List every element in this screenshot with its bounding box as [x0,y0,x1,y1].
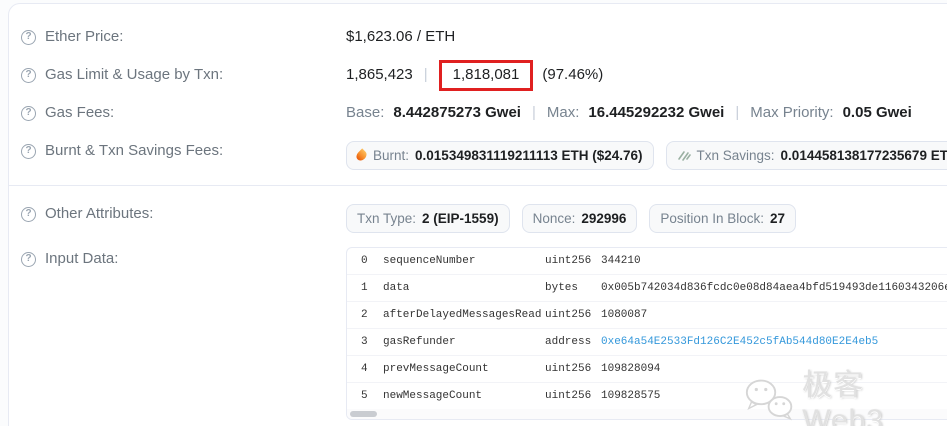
param-type: uint256 [545,309,592,321]
txn-savings-badge-label: Txn Savings: [696,148,775,163]
max-fee-value: 16.445292232 Gwei [588,104,725,121]
other-attributes-label: Other Attributes: [45,205,154,222]
param-index: 4 [361,363,368,375]
base-fee-label: Base: [346,104,385,121]
param-type: uint256 [545,255,592,267]
other-attributes-label-group: ? Other Attributes: [21,204,346,224]
help-icon[interactable]: ? [21,67,36,83]
pipe-separator: | [423,66,428,83]
burnt-fees-badges: Burnt: 0.015349831119211113 ETH ($24.76)… [346,141,947,170]
txn-savings-badge-value: 0.014458138177235679 ETH ($23.32) [780,148,947,163]
input-data-table[interactable]: 0 sequenceNumber uint256 344210 1 data bytes 0x… [346,247,947,420]
transaction-details-card: ? Ether Price: $1,623.06 / ETH ? Gas Lim… [8,3,947,426]
transaction-details-page: { "ui": { "help_glyph": "?", "separator"… [0,0,947,426]
burnt-badge-label: Burnt: [373,148,410,163]
param-name: gasRefunder [383,336,456,348]
help-icon[interactable]: ? [21,251,36,267]
param-index: 5 [361,390,368,402]
gas-limit-label-group: ? Gas Limit & Usage by Txn: [21,65,346,85]
burnt-fees-label: Burnt & Txn Savings Fees: [45,142,224,159]
badge-txn-type: Txn Type: 2 (EIP-1559) [346,204,510,233]
other-attributes-badges: Txn Type: 2 (EIP-1559) Nonce: 292996 Pos… [346,204,947,233]
help-icon[interactable]: ? [21,143,36,159]
input-data-row: 0 sequenceNumber uint256 344210 [347,248,947,275]
param-value: 344210 [601,255,641,267]
scrollbar-thumb[interactable] [350,411,377,417]
param-type: address [545,336,592,348]
txn-savings-badge: Txn Savings: 0.014458138177235679 ETH ($… [665,141,947,170]
input-data-row: 2 afterDelayedMessagesRead uint256 1080087 [347,302,947,329]
max-priority-fee-label: Max Priority: [750,104,834,121]
param-type: uint256 [545,390,592,402]
badge-position-in-block: Position In Block: 27 [649,204,797,233]
burnt-badge-value: 0.015349831119211113 ETH ($24.76) [415,148,643,163]
gas-fees-label: Gas Fees: [45,104,115,121]
param-name: prevMessageCount [383,363,489,375]
param-type: uint256 [545,363,592,375]
param-index: 2 [361,309,368,321]
input-data-container: 0 sequenceNumber uint256 344210 1 data bytes 0x… [346,247,947,420]
input-data-row: 3 gasRefunder address 0xe64a54E2533Fd126C2E… [347,329,947,356]
row-gas-limit-usage: ? Gas Limit & Usage by Txn: 1,865,423 | … [9,56,947,94]
ether-price-value: $1,623.06 / ETH [346,28,456,45]
max-priority-fee-value: 0.05 Gwei [842,104,912,121]
help-icon[interactable]: ? [21,29,36,45]
param-type: bytes [545,282,579,294]
address-link[interactable]: 0xe64a54E2533Fd126C2E452c5fAb544d80E2E4e… [601,332,947,352]
param-index: 0 [361,255,368,267]
ether-price-label-group: ? Ether Price: [21,27,346,47]
param-index: 3 [361,336,368,348]
horizontal-scrollbar[interactable] [347,409,947,419]
input-data-row: 5 newMessageCount uint256 109828575 [347,383,947,409]
param-name: data [383,282,410,294]
input-data-label-group: ? Input Data: [21,247,346,269]
gas-limit-label: Gas Limit & Usage by Txn: [45,66,224,83]
help-icon[interactable]: ? [21,206,36,222]
param-value: 109828094 [601,363,661,375]
param-name: sequenceNumber [383,255,476,267]
param-value: 1080087 [601,309,648,321]
position-in-block-value: 27 [769,211,786,226]
gas-used-percent: (97.46%) [542,66,604,83]
gas-fees-values: Base: 8.442875273 Gwei | Max: 16.4452922… [346,103,947,123]
param-name: newMessageCount [383,390,483,402]
dash-wind-icon [677,151,691,161]
pipe-separator: | [531,104,536,121]
param-value: 0x005b742034d836fcdc0e08d84aea4bfd519493… [601,282,947,294]
help-icon[interactable]: ? [21,105,36,121]
param-value: 109828575 [601,390,661,402]
position-in-block-label: Position In Block: [660,211,764,226]
input-data-row: 4 prevMessageCount uint256 109828094 [347,356,947,383]
ether-price-label: Ether Price: [45,28,124,45]
gas-used-value: 1,818,081 [452,65,520,83]
base-fee-value: 8.442875273 Gwei [393,104,521,121]
input-data-rows: 0 sequenceNumber uint256 344210 1 data bytes 0x… [347,248,947,409]
flame-icon [354,148,369,163]
gas-used-highlight-box: 1,818,081 [438,59,534,91]
txn-type-label: Txn Type: [357,211,417,226]
txn-type-value: 2 (EIP-1559) [422,211,499,226]
param-index: 1 [361,282,368,294]
nonce-value: 292996 [581,211,627,226]
row-burnt-savings-fees: ? Burnt & Txn Savings Fees: Burnt: 0.015… [9,132,947,179]
row-other-attributes: ? Other Attributes: Txn Type: 2 (EIP-155… [9,186,947,242]
row-input-data: ? Input Data: 0 sequenceNumber uint256 3442… [9,242,947,426]
max-fee-label: Max: [546,104,580,121]
burnt-fees-label-group: ? Burnt & Txn Savings Fees: [21,141,346,161]
gas-limit-value: 1,865,423 [346,66,413,83]
nonce-label: Nonce: [532,211,576,226]
param-name: afterDelayedMessagesRead [383,309,542,321]
gas-fees-label-group: ? Gas Fees: [21,103,346,123]
row-gas-fees: ? Gas Fees: Base: 8.442875273 Gwei | Max… [9,94,947,132]
burnt-badge: Burnt: 0.015349831119211113 ETH ($24.76) [346,141,654,170]
input-data-row: 1 data bytes 0x005b742034d836fcdc0e08d84aea… [347,275,947,302]
badge-nonce: Nonce: 292996 [521,204,638,233]
input-data-label: Input Data: [45,250,119,267]
row-ether-price: ? Ether Price: $1,623.06 / ETH [9,18,947,56]
pipe-separator: | [735,104,740,121]
gas-limit-values: 1,865,423 | 1,818,081 (97.46%) [346,59,947,91]
